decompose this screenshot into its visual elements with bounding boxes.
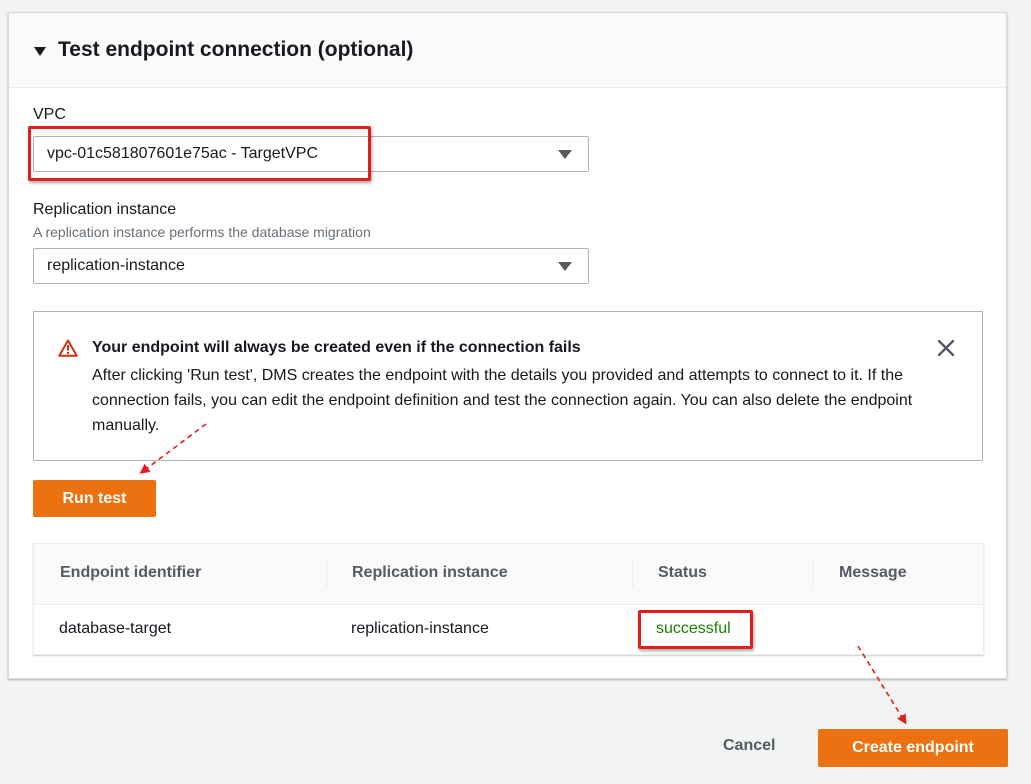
cell-replication-instance: replication-instance [351, 620, 489, 637]
column-divider [632, 560, 633, 588]
column-header-endpoint-identifier[interactable]: Endpoint identifier [60, 564, 201, 582]
cell-endpoint-identifier: database-target [59, 620, 172, 637]
status-annotation-box [638, 610, 753, 649]
replication-instance-value: replication-instance [47, 257, 185, 274]
column-divider [326, 560, 327, 588]
cancel-button[interactable]: Cancel [723, 737, 775, 755]
warning-icon [58, 339, 78, 357]
warning-alert: Your endpoint will always be created eve… [33, 311, 983, 461]
section-header[interactable]: Test endpoint connection (optional) [9, 13, 1006, 88]
alert-body: After clicking 'Run test', DMS creates t… [92, 367, 913, 434]
close-icon[interactable] [936, 338, 956, 358]
column-header-status[interactable]: Status [658, 564, 707, 582]
vpc-annotation-box [28, 126, 371, 181]
column-divider [812, 560, 813, 588]
alert-title: Your endpoint will always be created eve… [92, 339, 581, 356]
run-test-button[interactable]: Run test [33, 480, 156, 517]
column-header-replication-instance[interactable]: Replication instance [352, 564, 508, 582]
replication-instance-label: Replication instance [33, 201, 177, 218]
caret-down-icon [558, 262, 572, 271]
replication-instance-select[interactable]: replication-instance [33, 248, 589, 284]
caret-down-icon [558, 150, 572, 159]
vpc-label: VPC [33, 106, 66, 123]
create-endpoint-button[interactable]: Create endpoint [818, 729, 1008, 767]
caret-down-icon[interactable] [34, 46, 46, 56]
section-title: Test endpoint connection (optional) [58, 38, 414, 61]
test-results-table: Endpoint identifier Replication instance… [33, 543, 984, 655]
column-header-message[interactable]: Message [839, 564, 907, 582]
table-header: Endpoint identifier Replication instance… [34, 544, 983, 605]
replication-instance-description: A replication instance performs the data… [33, 224, 371, 240]
